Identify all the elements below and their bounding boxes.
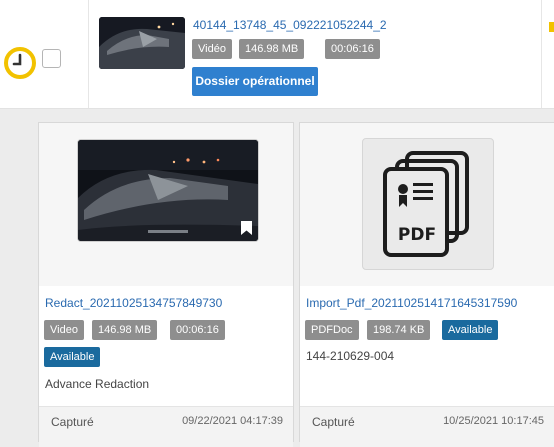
card-footer: Capturé 10/25/2021 10:17:45 <box>300 406 554 447</box>
file-title-link[interactable]: Redact_20211025134757849730 <box>45 296 222 310</box>
status-badge: Available <box>442 320 499 340</box>
column-divider <box>541 0 542 108</box>
card-media-area <box>39 123 293 286</box>
dossier-operationnel-button[interactable]: Dossier opérationnel <box>192 67 318 96</box>
media-card: Redact_20211025134757849730 Video 146.98… <box>38 122 294 447</box>
file-title-link[interactable]: Import_Pdf_20211025141716453175​90 <box>306 296 517 310</box>
status-badge: Available <box>44 347 101 367</box>
media-card: PDF Import_Pdf_20211025141716453175​90 P… <box>299 122 554 447</box>
file-type-badge: Vidéo <box>192 39 232 59</box>
video-thumbnail[interactable] <box>77 139 259 242</box>
row-select-checkbox[interactable] <box>42 49 61 68</box>
bookmark-icon[interactable] <box>241 221 252 235</box>
file-type-badge: PDFDoc <box>305 320 359 340</box>
file-size-badge: 146.98 MB <box>239 39 305 59</box>
captured-label: Capturé <box>312 415 355 429</box>
status-indicator <box>549 22 554 32</box>
pdf-thumbnail[interactable]: PDF <box>362 138 494 270</box>
loading-clock-icon <box>4 47 36 79</box>
file-description: 144-210629-004 <box>306 349 395 363</box>
file-list-row: 40144_13748_45_092221052244_2 Vidéo 146.… <box>0 0 554 109</box>
captured-date: 09/22/2021 04:17:39 <box>182 415 283 427</box>
file-size-badge: 198.74 KB <box>367 320 431 340</box>
pdf-icon-label: PDF <box>397 225 437 245</box>
duration-badge: 00:06:16 <box>325 39 380 59</box>
video-thumbnail[interactable] <box>99 17 185 69</box>
captured-label: Capturé <box>51 415 94 429</box>
file-size-badge: 146.98 MB <box>92 320 158 340</box>
card-footer: Capturé 09/22/2021 04:17:39 <box>39 406 293 447</box>
file-description: Advance Redaction <box>45 377 150 391</box>
pdf-file-icon <box>383 151 469 257</box>
duration-badge: 00:06:16 <box>170 320 225 340</box>
card-media-area: PDF <box>300 123 554 286</box>
file-type-badge: Video <box>44 320 84 340</box>
column-divider <box>88 0 89 108</box>
file-title-link[interactable]: 40144_13748_45_092221052244_2 <box>193 18 387 32</box>
captured-date: 10/25/2021 10:17:45 <box>443 415 544 427</box>
